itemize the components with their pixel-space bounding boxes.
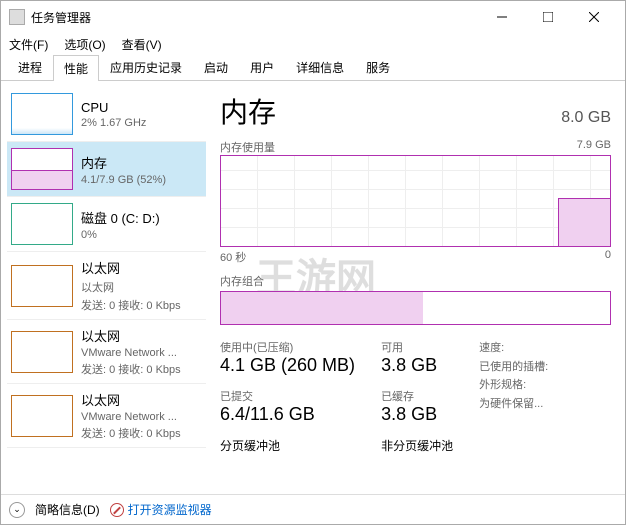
capacity: 8.0 GB [561,109,611,127]
inuse-value: 4.1 GB (260 MB) [220,355,355,376]
titlebar: 任务管理器 [1,1,625,33]
tab-startup[interactable]: 启动 [193,54,239,80]
menubar: 文件(F) 选项(O) 查看(V) [1,33,625,55]
menu-options[interactable]: 选项(O) [64,36,105,53]
cached-value: 3.8 GB [381,404,453,425]
avail-label: 可用 [381,339,453,355]
page-title: 内存 [220,91,276,131]
sidebar-item-eth-5[interactable]: 以太网 VMware Network ... 发送: 0 接收: 0 Kbps [7,384,206,448]
usage-max: 7.9 GB [577,139,611,155]
usage-label: 内存使用量 [220,139,275,155]
resource-monitor-link[interactable]: 打开资源监视器 [110,501,212,518]
cached-label: 已缓存 [381,388,453,404]
thumb-graph-icon [11,203,73,245]
sidebar-item-sub: 4.1/7.9 GB (52%) [81,174,166,186]
nonpaged-label: 非分页缓冲池 [381,437,453,454]
maximize-button[interactable] [525,1,571,33]
commit-label: 已提交 [220,388,355,404]
tab-services[interactable]: 服务 [355,54,401,80]
comp-label: 内存组合 [220,273,264,289]
sidebar-item-mem-1[interactable]: 内存 4.1/7.9 GB (52%) [7,142,206,197]
brief-info-button[interactable]: 简略信息(D) [35,501,100,518]
window-title: 任务管理器 [31,9,479,26]
thumb-graph-icon [11,331,73,373]
sidebar[interactable]: CPU 2% 1.67 GHz 内存 4.1/7.9 GB (52%) 磁盘 0 (C:… [1,81,206,494]
tab-app-history[interactable]: 应用历史记录 [99,54,193,80]
sidebar-item-sub2: 发送: 0 接收: 0 Kbps [81,297,181,313]
sidebar-item-sub: VMware Network ... [81,411,181,423]
sidebar-item-name: 以太网 [81,326,181,345]
tab-bar: 进程 性能 应用历史记录 启动 用户 详细信息 服务 [1,55,625,81]
close-button[interactable] [571,1,617,33]
axis-left: 60 秒 [220,249,246,265]
sidebar-item-name: 内存 [81,153,166,172]
sidebar-item-eth-4[interactable]: 以太网 VMware Network ... 发送: 0 接收: 0 Kbps [7,320,206,384]
memory-usage-graph [220,155,611,247]
memory-composition-bar [220,291,611,325]
sidebar-item-name: 以太网 [81,258,181,277]
sidebar-item-name: CPU [81,100,146,115]
chevron-down-icon[interactable]: ⌄ [9,502,25,518]
sidebar-item-sub: VMware Network ... [81,347,181,359]
main-panel: 王游网 内存 8.0 GB 内存使用量7.9 GB 60 秒0 内存组合 使用中… [206,81,625,494]
thumb-graph-icon [11,148,73,190]
avail-value: 3.8 GB [381,355,453,376]
sidebar-item-sub2: 发送: 0 接收: 0 Kbps [81,425,181,441]
sidebar-item-name: 磁盘 0 (C: D:) [81,208,160,227]
tab-details[interactable]: 详细信息 [285,54,355,80]
menu-file[interactable]: 文件(F) [9,36,48,53]
inuse-label: 使用中(已压缩) [220,339,355,355]
sidebar-item-sub: 以太网 [81,279,181,295]
commit-value: 6.4/11.6 GB [220,404,355,425]
app-icon [9,9,25,25]
sidebar-item-disk-2[interactable]: 磁盘 0 (C: D:) 0% [7,197,206,252]
meta-hw: 为硬件保留... [479,395,548,414]
meta-form: 外形规格: [479,376,548,395]
sidebar-item-cpu-0[interactable]: CPU 2% 1.67 GHz [7,87,206,142]
sidebar-item-sub: 2% 1.67 GHz [81,117,146,129]
resmon-icon [110,503,124,517]
meta-speed: 速度: [479,339,548,358]
sidebar-item-name: 以太网 [81,390,181,409]
sidebar-item-sub2: 发送: 0 接收: 0 Kbps [81,361,181,377]
tab-processes[interactable]: 进程 [7,54,53,80]
tab-performance[interactable]: 性能 [53,55,99,81]
sidebar-item-eth-3[interactable]: 以太网以太网发送: 0 接收: 0 Kbps [7,252,206,320]
menu-view[interactable]: 查看(V) [122,36,162,53]
minimize-button[interactable] [479,1,525,33]
axis-right: 0 [605,249,611,265]
tab-users[interactable]: 用户 [239,54,285,80]
thumb-graph-icon [11,93,73,135]
footer: ⌄ 简略信息(D) 打开资源监视器 [1,494,625,524]
thumb-graph-icon [11,265,73,307]
sidebar-item-sub: 0% [81,229,160,241]
meta-slots: 已使用的插槽: [479,358,548,377]
thumb-graph-icon [11,395,73,437]
paged-label: 分页缓冲池 [220,437,355,454]
